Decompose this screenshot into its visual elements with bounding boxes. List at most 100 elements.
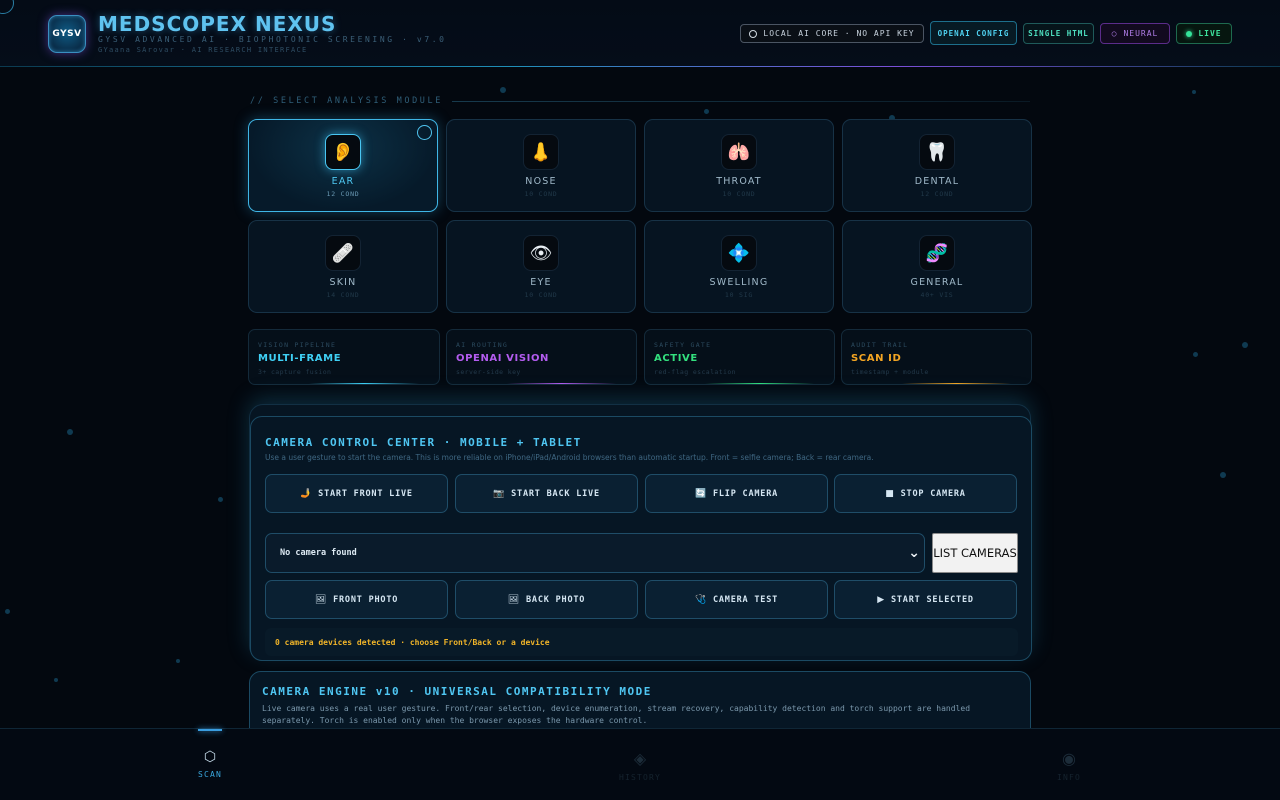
module-card-general[interactable]: 🧬 GENERAL 40+ VIS [842, 220, 1032, 313]
ear-icon: 👂 [325, 134, 361, 170]
background-dot [500, 87, 506, 93]
button-label: START BACK LIVE [511, 488, 600, 499]
nav-label: SCAN [197, 770, 223, 779]
camera-panel-frame: CAMERA CONTROL CENTER · MOBILE + TABLET … [249, 404, 1032, 661]
tooth-icon: 🦷 [919, 134, 955, 170]
button-label: FRONT PHOTO [333, 594, 399, 605]
picture-icon: 🖼 [314, 594, 328, 605]
module-card-eye[interactable]: 👁 EYE 10 COND [446, 220, 636, 313]
local-ai-core-badge[interactable]: LOCAL AI CORE · NO API KEY [740, 24, 924, 43]
background-dot [218, 497, 223, 502]
button-label: FLIP CAMERA [712, 488, 779, 499]
module-count: 10 SIG [724, 291, 754, 299]
stop-camera-button[interactable]: ■ STOP CAMERA [834, 474, 1017, 513]
background-dot [176, 659, 180, 663]
camera-panel-description: Use a user gesture to start the camera. … [265, 453, 874, 462]
selected-radio-icon [417, 125, 432, 140]
section-label: // SELECT ANALYSIS MODULE [250, 96, 443, 106]
nav-item-history[interactable]: ◈ HISTORY [600, 729, 680, 800]
local-ai-core-label: LOCAL AI CORE · NO API KEY [763, 29, 915, 38]
stat-card-audit-trail: AUDIT TRAIL SCAN ID timestamp + module [841, 329, 1032, 385]
stat-accent-bar [705, 383, 814, 384]
module-count: 10 COND [524, 190, 558, 198]
stat-label: AI ROUTING [456, 341, 509, 349]
flip-icon: 🔄 [694, 488, 707, 499]
button-label: BACK PHOTO [526, 594, 586, 605]
app-subtitle-secondary: GYaana SArovar · AI RESEARCH INTERFACE [98, 46, 308, 54]
single-html-label: SINGLE HTML [1028, 29, 1089, 38]
stat-value: SCAN ID [851, 353, 902, 364]
bandage-icon: 🩹 [325, 235, 361, 271]
background-dot [5, 609, 10, 614]
module-name: SWELLING [709, 277, 769, 288]
module-count: 40+ VIS [920, 291, 954, 299]
selfie-icon: 🤳 [300, 488, 313, 499]
camera-test-button[interactable]: 🩺 CAMERA TEST [645, 580, 828, 619]
openai-config-button[interactable]: OPENAI CONFIG [930, 21, 1017, 45]
neural-label: NEURAL [1123, 29, 1159, 38]
circle-icon [749, 29, 758, 38]
live-status-badge: LIVE [1176, 23, 1232, 44]
module-card-throat[interactable]: 🫁 THROAT 10 COND [644, 119, 834, 212]
camera-device-select[interactable]: No camera found ⌄ [265, 533, 925, 573]
background-dot [54, 678, 58, 682]
hexagon-icon: ⬡ [203, 749, 217, 765]
module-name: EYE [530, 277, 552, 288]
module-card-skin[interactable]: 🩹 SKIN 14 COND [248, 220, 438, 313]
module-name: DENTAL [914, 176, 960, 187]
button-label: START SELECTED [890, 594, 974, 605]
single-html-badge[interactable]: SINGLE HTML [1023, 23, 1094, 44]
stat-desc: timestamp + module [851, 368, 929, 376]
stat-desc: 3+ capture fusion [258, 368, 332, 376]
stat-accent-bar [902, 383, 1011, 384]
start-back-live-button[interactable]: 📷 START BACK LIVE [455, 474, 638, 513]
front-photo-button[interactable]: 🖼 FRONT PHOTO [265, 580, 448, 619]
module-name: THROAT [716, 176, 762, 187]
info-circle-icon: ◉ [1062, 749, 1076, 768]
start-selected-button[interactable]: ▶ START SELECTED [834, 580, 1017, 619]
stat-label: SAFETY GATE [654, 341, 712, 349]
flip-camera-button[interactable]: 🔄 FLIP CAMERA [645, 474, 828, 513]
dna-icon: 🧬 [919, 235, 955, 271]
background-dot [704, 109, 709, 114]
module-card-dental[interactable]: 🦷 DENTAL 12 COND [842, 119, 1032, 212]
camera-select-value: No camera found [280, 548, 357, 558]
stat-card-safety-gate: SAFETY GATE ACTIVE red-flag escalation [644, 329, 835, 385]
module-name: NOSE [525, 176, 557, 187]
app-header: GYSV MEDSCOPEX NEXUS GYSV ADVANCED AI · … [0, 0, 1280, 67]
nav-item-scan[interactable]: ⬡ SCAN [170, 729, 250, 800]
camera-control-center: CAMERA CONTROL CENTER · MOBILE + TABLET … [250, 416, 1032, 661]
nav-item-info[interactable]: ◉ INFO [1029, 729, 1109, 800]
module-card-ear[interactable]: 👂 EAR 12 COND [248, 119, 438, 212]
module-count: 10 COND [524, 291, 558, 299]
module-card-swelling[interactable]: 💠 SWELLING 10 SIG [644, 220, 834, 313]
module-count: 12 COND [326, 190, 360, 198]
eye-icon: 👁 [523, 235, 559, 271]
camera-panel-title: CAMERA CONTROL CENTER · MOBILE + TABLET [265, 436, 582, 449]
module-name: SKIN [329, 277, 357, 288]
background-dot [1192, 90, 1196, 94]
module-card-nose[interactable]: 👃 NOSE 10 COND [446, 119, 636, 212]
diamond-icon: 💠 [721, 235, 757, 271]
camera-engine-description: Live camera uses a real user gesture. Fr… [262, 704, 971, 725]
stat-label: AUDIT TRAIL [851, 341, 909, 349]
corner-ring-decoration [0, 0, 14, 14]
bottom-navigation: ⬡ SCAN ◈ HISTORY ◉ INFO [0, 728, 1280, 800]
neural-badge[interactable]: ○ NEURAL [1100, 23, 1170, 44]
stat-accent-bar [309, 383, 419, 384]
nose-icon: 👃 [523, 134, 559, 170]
stat-desc: server-side key [456, 368, 521, 376]
lungs-icon: 🫁 [721, 134, 757, 170]
neural-circle-icon: ○ [1111, 29, 1118, 38]
module-name: GENERAL [910, 277, 964, 288]
list-cameras-button[interactable]: LIST CAMERAS [932, 533, 1018, 573]
start-front-live-button[interactable]: 🤳 START FRONT LIVE [265, 474, 448, 513]
module-count: 10 COND [722, 190, 756, 198]
button-label: START FRONT LIVE [318, 488, 413, 499]
nav-label: INFO [1056, 773, 1082, 782]
background-dot [1220, 472, 1226, 478]
play-icon: ▶ [877, 594, 885, 605]
module-count: 12 COND [920, 190, 954, 198]
button-label: STOP CAMERA [900, 488, 966, 499]
back-photo-button[interactable]: 🖼 BACK PHOTO [455, 580, 638, 619]
